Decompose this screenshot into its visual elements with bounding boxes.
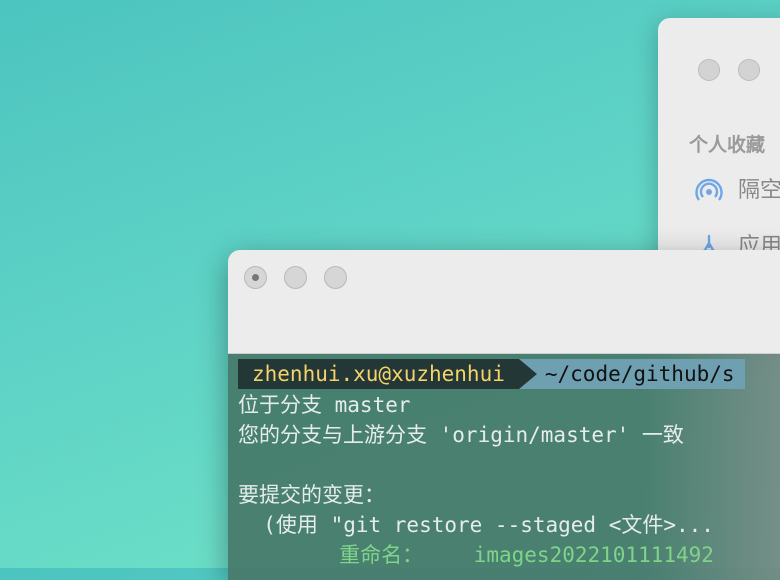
prompt-path: ~/code/github/s [536,359,745,389]
terminal-window: zhenhui.xu@xuzhenhui ~/code/github/s 位于分… [228,250,780,580]
sidebar-item-label: 隔空投送 [738,178,780,203]
sidebar-item-airdrop[interactable]: 隔空投送 [695,172,780,205]
output-line: 您的分支与上游分支 'origin/master' 一致 [238,423,684,447]
sidebar-section-favorites: 个人收藏 [689,134,766,156]
zoom-button[interactable] [324,266,347,289]
airdrop-icon [695,177,723,205]
close-button[interactable] [244,266,267,289]
close-button[interactable] [698,59,720,81]
shell-prompt: zhenhui.xu@xuzhenhui ~/code/github/s [238,359,745,389]
minimize-button[interactable] [738,59,760,81]
minimize-button[interactable] [284,266,307,289]
output-line: 要提交的变更： [238,483,385,507]
title-bar[interactable] [228,250,780,354]
prompt-separator-icon [518,359,537,389]
terminal-output[interactable]: zhenhui.xu@xuzhenhui ~/code/github/s 位于分… [228,354,780,580]
renamed-file-line: 重命名： images2022101111492 [238,543,714,567]
prompt-user-host: zhenhui.xu@xuzhenhui [238,359,519,389]
output-line: 位于分支 master [238,393,411,417]
output-line: (使用 "git restore --staged <文件>... [238,513,714,537]
